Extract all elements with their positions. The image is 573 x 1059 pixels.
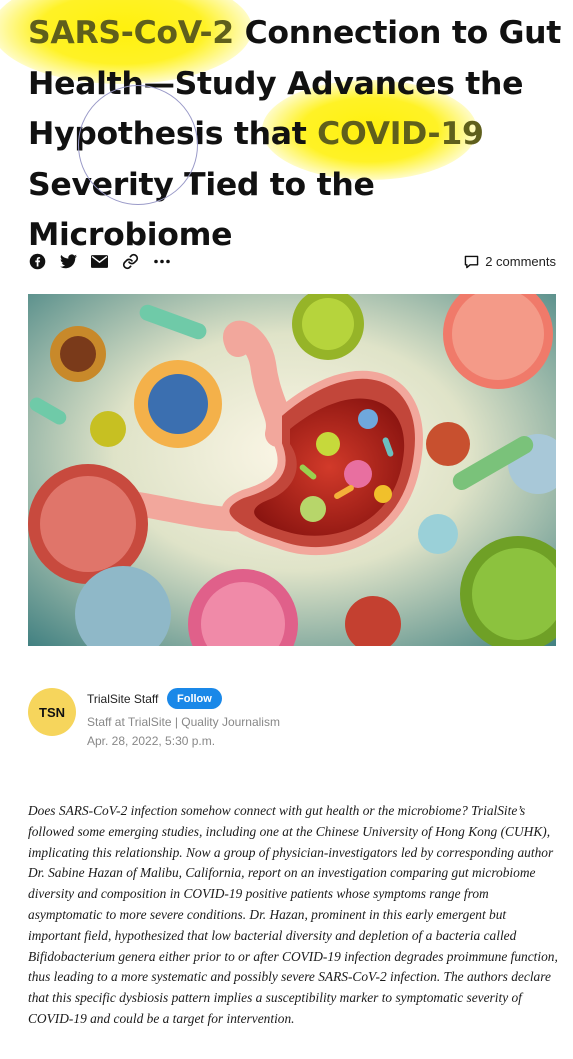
title-highlight: SARS-CoV-2 bbox=[28, 15, 234, 51]
article-body: Does SARS-CoV-2 infection somehow connec… bbox=[28, 803, 558, 1026]
email-icon[interactable] bbox=[90, 252, 109, 271]
author-name[interactable]: TrialSite Staff bbox=[87, 692, 158, 706]
avatar[interactable]: TSN bbox=[28, 688, 76, 736]
link-icon[interactable] bbox=[121, 252, 140, 271]
more-icon[interactable] bbox=[152, 252, 171, 271]
author-bio: Staff at TrialSite | Quality Journalism bbox=[87, 715, 280, 729]
comment-icon bbox=[464, 255, 479, 268]
follow-button[interactable]: Follow bbox=[167, 688, 222, 709]
twitter-icon[interactable] bbox=[59, 252, 78, 271]
facebook-icon[interactable] bbox=[28, 252, 47, 271]
title-highlight: COVID-19 bbox=[317, 116, 484, 152]
hero-image bbox=[28, 294, 556, 646]
comments-count: 2 comments bbox=[485, 254, 556, 269]
title-text: Severity Tied to the Microbiome bbox=[28, 166, 375, 254]
comments-link[interactable]: 2 comments bbox=[464, 254, 556, 269]
share-bar bbox=[28, 252, 171, 271]
publish-date: Apr. 28, 2022, 5:30 p.m. bbox=[87, 734, 216, 748]
article-title: SARS-CoV-2 Connection to Gut Health—Stud… bbox=[28, 8, 568, 261]
